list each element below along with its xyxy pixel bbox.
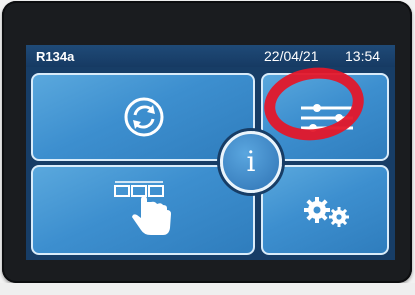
touch-menu-icon bbox=[114, 181, 171, 235]
status-bar: R134a 22/04/21 13:54 bbox=[26, 45, 395, 67]
background-surface bbox=[0, 283, 415, 295]
refresh-icon bbox=[124, 97, 164, 137]
gears-icon bbox=[304, 197, 349, 227]
menu-tile-button[interactable] bbox=[31, 165, 255, 255]
device-bezel: R134a 22/04/21 13:54 i bbox=[2, 1, 412, 283]
refresh-tile-button[interactable] bbox=[31, 73, 255, 161]
time-display: 13:54 bbox=[345, 48, 381, 64]
configuration-tile-button[interactable] bbox=[261, 165, 389, 255]
info-button[interactable]: i bbox=[220, 131, 282, 193]
refrigerant-label: R134a bbox=[36, 49, 75, 64]
date-display: 22/04/21 bbox=[264, 48, 319, 64]
